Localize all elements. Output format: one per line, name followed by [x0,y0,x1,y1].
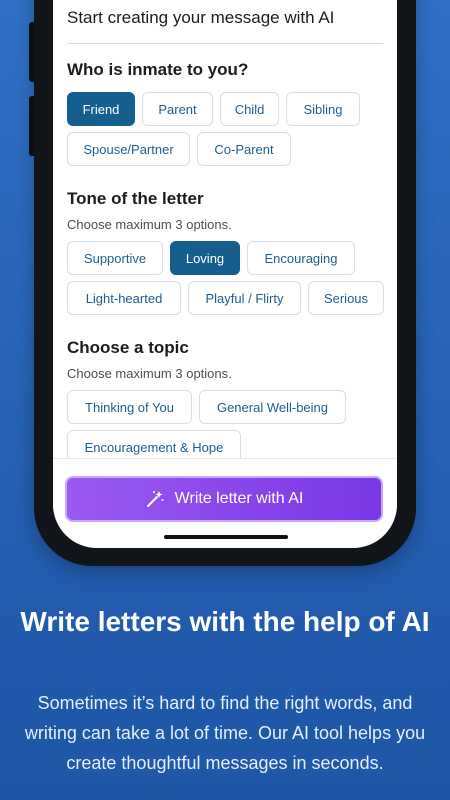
promo-description: Sometimes it’s hard to find the right wo… [24,693,426,773]
chip-relationship-sibling[interactable]: Sibling [286,92,360,126]
tone-section-title: Tone of the letter [67,189,204,208]
home-indicator [164,535,288,539]
chip-tone-loving[interactable]: Loving [170,241,240,275]
chip-tone-serious[interactable]: Serious [308,281,384,315]
chip-topic-thinking-of-you[interactable]: Thinking of You [67,390,192,424]
chip-relationship-spouse-partner[interactable]: Spouse/Partner [67,132,190,166]
tone-section-subtitle: Choose maximum 3 options. [67,217,232,232]
write-letter-ai-label: Write letter with AI [174,490,304,507]
chip-topic-encouragement-hope[interactable]: Encouragement & Hope [67,430,241,458]
title-divider [67,43,383,44]
app-screen: Start creating your message with AI Who … [53,0,397,548]
write-letter-ai-button[interactable]: Write letter with AI [65,476,383,522]
chip-relationship-friend[interactable]: Friend [67,92,135,126]
magic-wand-icon [146,491,164,507]
chip-relationship-parent[interactable]: Parent [142,92,213,126]
topic-section-subtitle: Choose maximum 3 options. [67,366,232,381]
chip-tone-playful-flirty[interactable]: Playful / Flirty [188,281,301,315]
chip-tone-light-hearted[interactable]: Light-hearted [67,281,181,315]
chip-tone-supportive[interactable]: Supportive [67,241,163,275]
relationship-section-title: Who is inmate to you? [67,60,249,79]
chip-topic-general-well-being[interactable]: General Well-being [199,390,346,424]
chip-tone-encouraging[interactable]: Encouraging [247,241,355,275]
chip-relationship-co-parent[interactable]: Co-Parent [197,132,291,166]
topic-section-title: Choose a topic [67,338,189,357]
page-title: Start creating your message with AI [67,8,335,27]
chip-relationship-child[interactable]: Child [220,92,279,126]
form-scroll-area[interactable]: Start creating your message with AI Who … [53,0,397,458]
promo-headline: Write letters with the help of AI [20,606,430,637]
